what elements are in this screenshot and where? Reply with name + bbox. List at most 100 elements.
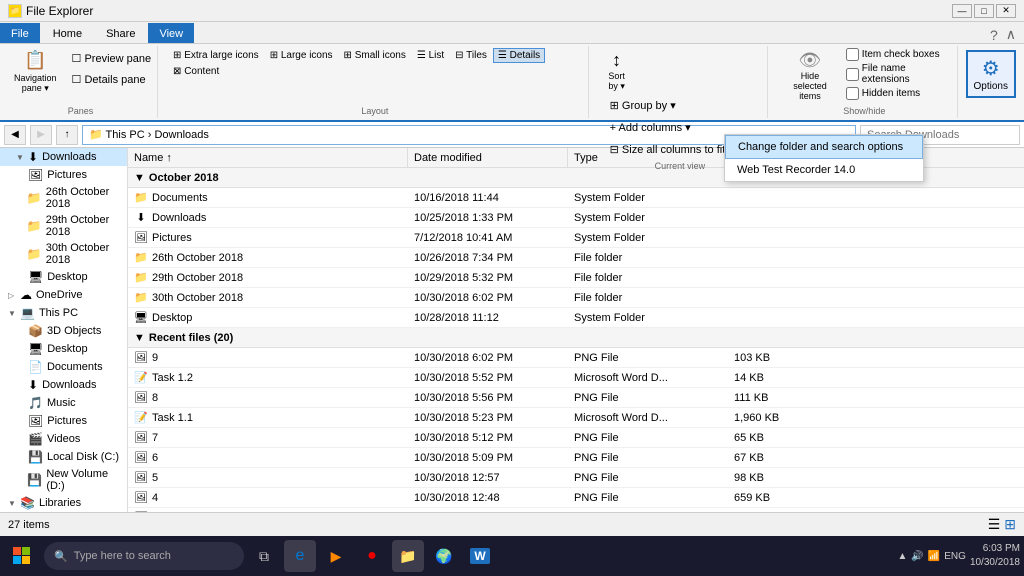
tiles-button[interactable]: ⊟ Tiles bbox=[450, 48, 492, 63]
tab-view[interactable]: View bbox=[148, 23, 194, 43]
up-button[interactable]: ↑ bbox=[56, 125, 78, 145]
details-pane-button[interactable]: ☐ Details pane bbox=[65, 69, 159, 89]
start-button[interactable] bbox=[4, 538, 40, 574]
forward-button[interactable]: ▶ bbox=[30, 125, 52, 145]
change-folder-search-options-item[interactable]: Change folder and search options bbox=[725, 135, 923, 159]
sidebar-item-newvol[interactable]: 💾 New Volume (D:) bbox=[0, 466, 127, 494]
png-icon: 🖼 bbox=[134, 391, 148, 405]
sidebar-item-pictures[interactable]: 🖼 Pictures bbox=[0, 166, 127, 184]
taskbar-clock[interactable]: 6:03 PM 10/30/2018 bbox=[970, 542, 1020, 570]
file-modified: 10/25/2018 1:33 PM bbox=[408, 212, 568, 224]
table-row[interactable]: 📁Documents 10/16/2018 11:44 System Folde… bbox=[128, 188, 1024, 208]
table-row[interactable]: 🖼6 10/30/2018 5:09 PM PNG File 67 KB bbox=[128, 448, 1024, 468]
sidebar-item-thispc[interactable]: ▼ 💻 This PC bbox=[0, 304, 127, 322]
col-header-name[interactable]: Name ↑ bbox=[128, 148, 408, 167]
taskbar-edge-button[interactable]: e bbox=[284, 540, 316, 572]
taskbar-explorer-button[interactable]: 📁 bbox=[392, 540, 424, 572]
help-button[interactable]: ? bbox=[990, 27, 998, 43]
network-icon[interactable]: 📶 bbox=[928, 551, 940, 562]
details-button[interactable]: ☰ Details bbox=[493, 48, 545, 63]
tray-expand-icon[interactable]: ▲ bbox=[897, 551, 907, 562]
extra-large-icons-button[interactable]: ⊞ Extra large icons bbox=[168, 48, 264, 63]
group-by-button[interactable]: ⊞ Group by ▾ bbox=[603, 95, 733, 115]
sidebar-item-26oct[interactable]: 📁 26th October 2018 bbox=[0, 184, 127, 212]
sort-icon: ↕ bbox=[612, 50, 621, 71]
taskbar-word-button[interactable]: W bbox=[464, 540, 496, 572]
volume-icon[interactable]: 🔊 bbox=[911, 551, 923, 562]
file-type: Microsoft Word D... bbox=[568, 412, 728, 424]
hidden-items-checkbox[interactable] bbox=[846, 87, 859, 100]
close-button[interactable]: ✕ bbox=[996, 4, 1016, 18]
item-checkboxes-toggle[interactable]: Item check boxes bbox=[846, 48, 951, 61]
sidebar-item-libraries[interactable]: ▼ 📚 Libraries bbox=[0, 494, 127, 512]
table-row[interactable]: 📝Task 1.1 10/30/2018 5:23 PM Microsoft W… bbox=[128, 408, 1024, 428]
sidebar-item-localc[interactable]: 💾 Local Disk (C:) bbox=[0, 448, 127, 466]
table-row[interactable]: 🖼4 10/30/2018 12:48 PNG File 659 KB bbox=[128, 488, 1024, 508]
file-type: PNG File bbox=[568, 452, 728, 464]
nav-pane-button[interactable]: 📋 Navigationpane ▾ bbox=[10, 48, 61, 96]
sidebar-item-3dobjects[interactable]: 📦 3D Objects bbox=[0, 322, 127, 340]
taskbar-chrome-button[interactable]: 🌍 bbox=[428, 540, 460, 572]
table-row[interactable]: 📁26th October 2018 10/26/2018 7:34 PM Fi… bbox=[128, 248, 1024, 268]
hide-selected-icon: 👁 bbox=[799, 50, 822, 71]
table-row[interactable]: 📁30th October 2018 10/30/2018 6:02 PM Fi… bbox=[128, 288, 1024, 308]
section-recent-files[interactable]: ▼ Recent files (20) bbox=[128, 328, 1024, 348]
downloads-icon: ⬇ bbox=[28, 150, 38, 164]
sidebar-item-music[interactable]: 🎵 Music bbox=[0, 394, 127, 412]
table-row[interactable]: 🖼5 10/30/2018 12:57 PNG File 98 KB bbox=[128, 468, 1024, 488]
minimize-button[interactable]: — bbox=[952, 4, 972, 18]
table-row[interactable]: 🖥Desktop 10/28/2018 11:12 System Folder bbox=[128, 308, 1024, 328]
table-row[interactable]: 📝Task 1.2 10/30/2018 5:52 PM Microsoft W… bbox=[128, 368, 1024, 388]
table-row[interactable]: 📁29th October 2018 10/29/2018 5:32 PM Fi… bbox=[128, 268, 1024, 288]
tab-home[interactable]: Home bbox=[42, 23, 93, 43]
sidebar-item-29oct[interactable]: 📁 29th October 2018 bbox=[0, 212, 127, 240]
sort-by-button[interactable]: ↕ Sortby ▾ bbox=[599, 48, 635, 94]
sidebar-item-documents[interactable]: 📄 Documents bbox=[0, 358, 127, 376]
table-row[interactable]: 🖼3 10/30/2018 12:47 PNG File 40 KB bbox=[128, 508, 1024, 512]
taskbar: 🔍 Type here to search ⧉ e ▶ ● 📁 🌍 W ▲ 🔊 … bbox=[0, 536, 1024, 576]
show-hide-label: Show/hide bbox=[778, 104, 950, 116]
tab-file[interactable]: File bbox=[0, 23, 40, 43]
table-row[interactable]: 🖼9 10/30/2018 6:02 PM PNG File 103 KB bbox=[128, 348, 1024, 368]
file-modified: 10/30/2018 12:48 bbox=[408, 492, 568, 504]
file-name-extensions-checkbox[interactable] bbox=[846, 68, 859, 81]
hidden-items-toggle[interactable]: Hidden items bbox=[846, 87, 951, 100]
table-row[interactable]: 🖼7 10/30/2018 5:12 PM PNG File 65 KB bbox=[128, 428, 1024, 448]
large-icons-button[interactable]: ⊞ Large icons bbox=[265, 48, 338, 63]
sidebar-downloads-label: Downloads bbox=[42, 151, 96, 163]
expand-ribbon-button[interactable]: ∧ bbox=[1006, 26, 1016, 43]
table-row[interactable]: 🖼Pictures 7/12/2018 10:41 AM System Fold… bbox=[128, 228, 1024, 248]
task-view-button[interactable]: ⧉ bbox=[248, 540, 280, 572]
item-checkboxes-checkbox[interactable] bbox=[846, 48, 859, 61]
taskbar-app1-button[interactable]: ● bbox=[356, 540, 388, 572]
tab-share[interactable]: Share bbox=[95, 23, 146, 43]
grid-view-button[interactable]: ⊞ bbox=[1004, 516, 1016, 533]
sidebar-item-pictures2[interactable]: 🖼 Pictures bbox=[0, 412, 127, 430]
size-all-columns-button[interactable]: ⊟ Size all columns to fit bbox=[603, 139, 733, 159]
sidebar-item-videos[interactable]: 🎬 Videos bbox=[0, 430, 127, 448]
web-test-recorder-item[interactable]: Web Test Recorder 14.0 bbox=[725, 159, 923, 181]
hide-selected-button[interactable]: 👁 Hide selecteditems bbox=[778, 48, 842, 103]
col-header-modified[interactable]: Date modified bbox=[408, 148, 568, 167]
sidebar-item-downloads2[interactable]: ⬇ Downloads bbox=[0, 376, 127, 394]
table-row[interactable]: 🖼8 10/30/2018 5:56 PM PNG File 111 KB bbox=[128, 388, 1024, 408]
add-columns-button[interactable]: + Add columns ▾ bbox=[603, 117, 733, 137]
list-button[interactable]: ☰ List bbox=[412, 48, 449, 63]
table-row[interactable]: ⬇Downloads 10/25/2018 1:33 PM System Fol… bbox=[128, 208, 1024, 228]
sidebar-item-desktop-top[interactable]: 🖥 Desktop bbox=[0, 268, 127, 286]
sidebar-3dobjects-label: 3D Objects bbox=[47, 325, 101, 337]
preview-pane-button[interactable]: ☐ Preview pane bbox=[65, 48, 159, 68]
sidebar-item-onedrive[interactable]: ▷ ☁ OneDrive bbox=[0, 286, 127, 304]
sidebar-item-desktop[interactable]: 🖥 Desktop bbox=[0, 340, 127, 358]
list-view-button[interactable]: ☰ bbox=[988, 516, 1001, 533]
back-button[interactable]: ◀ bbox=[4, 125, 26, 145]
sidebar-item-downloads[interactable]: ▼ ⬇ Downloads bbox=[0, 148, 127, 166]
taskbar-vlc-button[interactable]: ▶ bbox=[320, 540, 352, 572]
taskbar-search[interactable]: 🔍 Type here to search bbox=[44, 542, 244, 570]
options-button[interactable]: ⚙ Options bbox=[966, 50, 1016, 98]
small-icons-button[interactable]: ⊞ Small icons bbox=[339, 48, 411, 63]
file-name-extensions-toggle[interactable]: File name extensions bbox=[846, 63, 951, 85]
sidebar-item-30oct[interactable]: 📁 30th October 2018 bbox=[0, 240, 127, 268]
content-button[interactable]: ⊠ Content bbox=[168, 64, 224, 79]
maximize-button[interactable]: □ bbox=[974, 4, 994, 18]
